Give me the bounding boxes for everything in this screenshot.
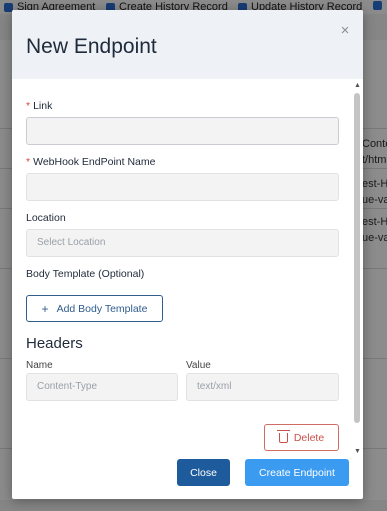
close-icon[interactable]: × <box>338 23 352 38</box>
webhook-name-label: * WebHook EndPoint Name <box>26 156 155 168</box>
close-button[interactable]: Close <box>177 459 230 486</box>
trash-icon <box>276 429 290 443</box>
header-value-input[interactable]: text/xml <box>186 373 339 401</box>
add-body-template-button[interactable]: + Add Body Template <box>26 295 163 322</box>
link-label-text: Link <box>33 100 53 112</box>
modal-header: New Endpoint × <box>12 10 363 79</box>
webhook-name-label-text: WebHook EndPoint Name <box>33 156 156 168</box>
delete-header-button[interactable]: Delete <box>264 424 339 451</box>
scroll-up-arrow-icon[interactable]: ▲ <box>354 82 361 89</box>
header-name-label: Name <box>26 360 53 371</box>
plus-icon: + <box>41 301 49 316</box>
header-name-input[interactable]: Content-Type <box>26 373 178 401</box>
body-template-label: Body Template (Optional) <box>26 268 145 280</box>
scroll-down-arrow-icon[interactable]: ▼ <box>354 448 361 455</box>
modal-body: * Link * WebHook EndPoint Name Location Se… <box>12 79 363 455</box>
create-endpoint-button[interactable]: Create Endpoint <box>245 459 349 486</box>
modal-title: New Endpoint <box>26 35 157 58</box>
link-label: * Link <box>26 100 52 112</box>
header-value-label: Value <box>186 360 211 371</box>
link-input[interactable] <box>26 117 339 145</box>
required-mark: * <box>26 156 31 168</box>
headers-title: Headers <box>26 335 83 352</box>
new-endpoint-modal: New Endpoint × * Link * WebHook EndPoint N… <box>12 10 363 499</box>
scroll-thumb[interactable] <box>354 93 360 423</box>
modal-scrollbar[interactable]: ▲ ▼ <box>353 82 361 455</box>
required-mark: * <box>26 100 31 112</box>
webhook-name-input[interactable] <box>26 173 339 201</box>
location-label: Location <box>26 212 66 224</box>
add-body-template-label: Add Body Template <box>56 302 148 315</box>
delete-label: Delete <box>293 431 325 444</box>
location-select[interactable]: Select Location <box>26 229 339 257</box>
